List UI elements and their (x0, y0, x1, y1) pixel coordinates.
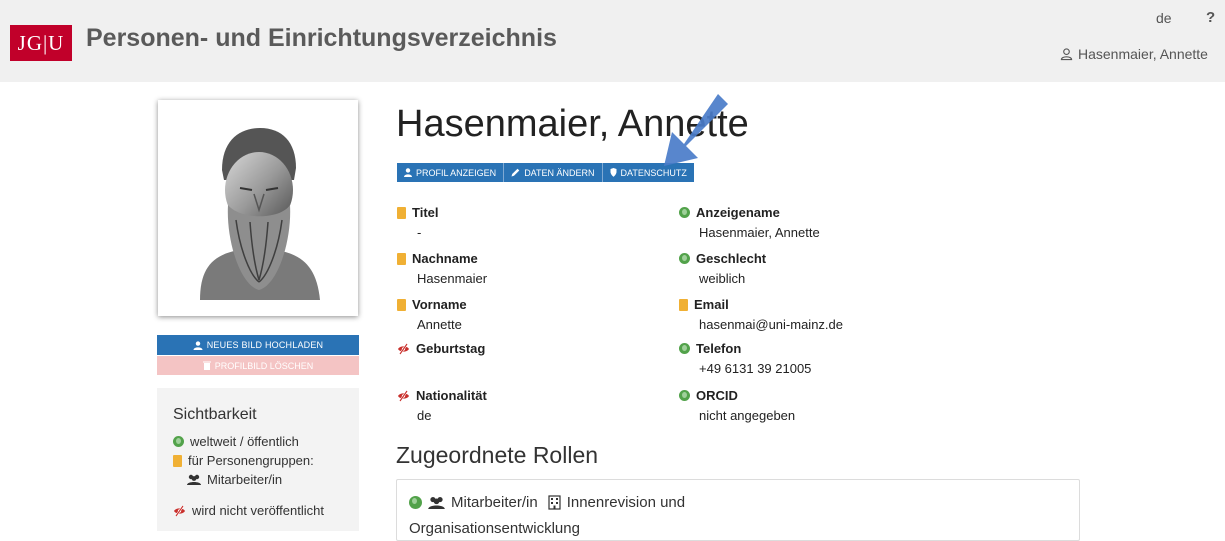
field-titel: Titel - (397, 205, 439, 240)
pencil-icon (511, 168, 520, 177)
edit-data-label: DATEN ÄNDERN (524, 167, 595, 178)
roles-title: Zugeordnete Rollen (396, 442, 599, 468)
shield-icon (610, 168, 617, 177)
field-anzeigename: Anzeigename Hasenmaier, Annette (679, 205, 820, 240)
field-value: hasenmai@uni-mainz.de (699, 317, 843, 332)
field-value: +49 6131 39 21005 (699, 361, 812, 376)
role-card: Mitarbeiter/in Innenrevision und Organis… (396, 479, 1080, 541)
field-label: Telefon (696, 341, 742, 356)
field-geburtstag: Geburtstag (397, 341, 485, 361)
delete-photo-label: PROFILBILD LÖSCHEN (214, 360, 314, 371)
show-profile-label: PROFIL ANZEIGEN (416, 167, 497, 178)
legend-hidden-label: wird nicht veröffentlicht (192, 503, 324, 518)
bookmark-icon (397, 206, 406, 219)
role-unit[interactable]: Innenrevision und (567, 494, 685, 511)
user-icon (193, 340, 203, 350)
field-label: Nachname (412, 251, 478, 266)
bookmark-icon (397, 252, 406, 265)
user-name: Hasenmaier, Annette (1078, 46, 1208, 62)
profile-photo-frame (158, 100, 358, 316)
legend-group-staff: Mitarbeiter/in (187, 472, 282, 487)
field-email: Email hasenmai@uni-mainz.de (679, 297, 843, 332)
user-menu[interactable]: Hasenmaier, Annette (1060, 46, 1208, 62)
trash-icon (202, 361, 211, 370)
field-value: nicht angegeben (699, 408, 796, 423)
role-unit-continued[interactable]: Organisationsentwicklung (409, 520, 580, 537)
eye-slash-icon (174, 504, 185, 517)
app-title[interactable]: Personen- und Einrichtungsverzeichnis (86, 24, 557, 53)
field-label: Geschlecht (696, 251, 767, 266)
upload-photo-button[interactable]: NEUES BILD HOCHLADEN (157, 335, 359, 355)
field-label: Geburtstag (416, 341, 486, 356)
legend-groups-label: für Personengruppen: (188, 453, 314, 468)
logo-text: JG|U (17, 30, 65, 55)
user-icon (404, 168, 412, 177)
language-switch[interactable]: de (1156, 10, 1172, 26)
delete-photo-button[interactable]: PROFILBILD LÖSCHEN (157, 356, 359, 375)
field-geschlecht: Geschlecht weiblich (679, 251, 766, 286)
users-icon (187, 474, 201, 485)
field-label: Titel (412, 205, 439, 220)
field-label: Vorname (412, 297, 467, 312)
legend-hidden: wird nicht veröffentlicht (173, 503, 324, 518)
eye-slash-icon (398, 389, 409, 402)
globe-icon (679, 253, 690, 264)
upload-photo-label: NEUES BILD HOCHLADEN (206, 340, 324, 350)
globe-icon (409, 496, 422, 509)
field-value: de (417, 408, 432, 423)
field-label: Email (694, 297, 729, 312)
globe-icon (679, 343, 690, 354)
role-entry: Mitarbeiter/in Innenrevision und (409, 494, 685, 511)
field-value: - (417, 225, 422, 240)
field-nationalitaet: Nationalität de (397, 388, 487, 423)
edit-data-button[interactable]: DATEN ÄNDERN (504, 163, 603, 182)
users-icon (428, 496, 445, 509)
user-icon (1060, 48, 1073, 61)
top-bar: JG|U Personen- und Einrichtungsverzeichn… (0, 0, 1225, 82)
bookmark-icon (173, 454, 182, 467)
help-link[interactable]: ? (1206, 9, 1215, 26)
annotation-arrow (664, 94, 728, 166)
university-logo[interactable]: JG|U (10, 25, 72, 61)
legend-group-staff-label: Mitarbeiter/in (207, 472, 283, 487)
eye-slash-icon (398, 342, 409, 355)
legend-groups: für Personengruppen: (173, 453, 314, 468)
field-orcid: ORCID nicht angegeben (679, 388, 795, 423)
role-name: Mitarbeiter/in (451, 494, 538, 511)
field-nachname: Nachname Hasenmaier (397, 251, 487, 286)
legend-public-label: weltweit / öffentlich (190, 434, 299, 449)
field-telefon: Telefon +49 6131 39 21005 (679, 341, 811, 376)
globe-icon (679, 390, 690, 401)
show-profile-button[interactable]: PROFIL ANZEIGEN (397, 163, 505, 182)
globe-icon (679, 207, 690, 218)
field-label: Nationalität (416, 388, 487, 403)
bookmark-icon (679, 298, 688, 311)
globe-icon (173, 436, 184, 447)
field-vorname: Vorname Annette (397, 297, 467, 332)
field-value: weiblich (699, 271, 746, 286)
field-value: Annette (417, 317, 462, 332)
legend-public: weltweit / öffentlich (173, 434, 299, 449)
bookmark-icon (397, 298, 406, 311)
building-icon (548, 495, 561, 510)
field-label: Anzeigename (696, 205, 780, 220)
field-value: Hasenmaier, Annette (699, 225, 820, 240)
field-label: ORCID (696, 388, 738, 403)
visibility-legend: Sichtbarkeit weltweit / öffentlich für P… (157, 388, 359, 531)
visibility-title: Sichtbarkeit (173, 406, 257, 423)
field-value: Hasenmaier (417, 271, 488, 286)
profile-photo (170, 110, 346, 300)
